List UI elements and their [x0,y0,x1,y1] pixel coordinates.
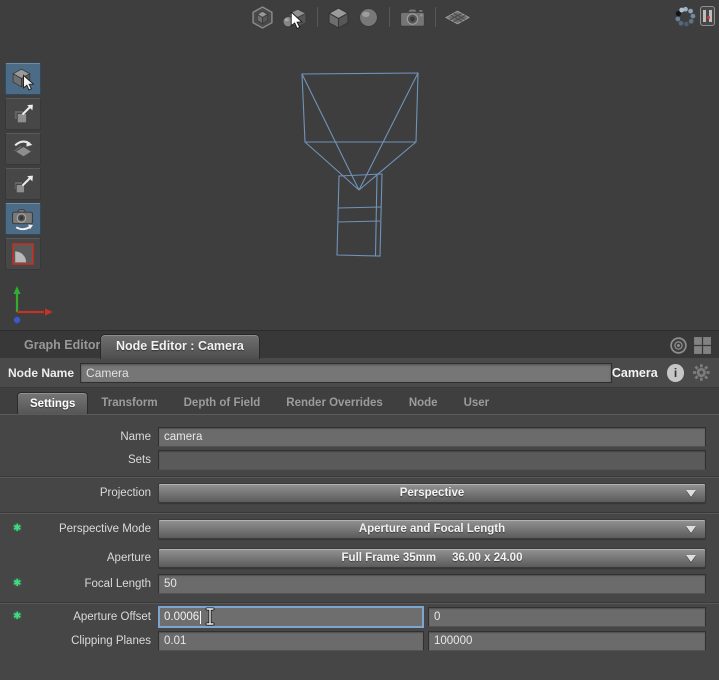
perspective-mode-label: Perspective Mode [0,523,158,535]
node-name-label: Node Name [8,366,74,380]
sphere-icon[interactable] [356,5,381,30]
settings-form: Name Sets Projection Perspective [0,414,719,680]
modified-indicator: ✱ [13,611,21,622]
render-region-tool-button[interactable] [5,238,41,270]
form-row-aperture: Aperture Full Frame 35mm 36.00 x 24.00 [0,548,719,568]
target-icon[interactable] [669,336,688,355]
tab-settings[interactable]: Settings [17,392,88,414]
aperture-offset-y-input[interactable] [428,607,706,627]
tab-graph-editor[interactable]: Graph Editor [18,331,106,359]
projection-label: Projection [0,487,158,499]
tab-node-editor[interactable]: Node Editor : Camera [100,334,260,359]
pause-bar [703,10,706,22]
camera-wireframe [302,73,418,256]
settings-tab-bar: Settings Transform Depth of Field Render… [0,388,719,414]
chevron-down-icon [686,555,696,562]
text-caret [200,611,201,624]
name-label: Name [0,431,158,443]
form-row-clipping-planes: Clipping Planes [0,631,719,651]
axis-gizmo [14,286,54,323]
form-row-perspective-mode: ✱ Perspective Mode Aperture and Focal Le… [0,519,719,539]
aperture-offset-label: Aperture Offset [0,611,158,623]
perspective-mode-dropdown[interactable]: Aperture and Focal Length [158,519,706,539]
form-row-projection: Projection Perspective [0,483,719,503]
aperture-offset-x-value: 0.0006 [164,611,199,623]
form-row-sets: Sets [0,450,719,470]
cube-icon[interactable] [326,5,351,30]
activity-spinner-icon [672,3,699,30]
projection-dropdown[interactable]: Perspective [158,483,706,503]
node-name-input[interactable] [80,363,612,383]
tab-transform[interactable]: Transform [88,392,170,414]
name-input[interactable] [158,427,706,447]
separator [0,602,719,604]
aperture-size-value: 36.00 x 24.00 [452,552,522,564]
pause-indicator[interactable] [700,6,715,26]
focal-length-input[interactable] [158,574,706,594]
sets-label: Sets [0,454,158,466]
form-row-name: Name [0,427,719,447]
modified-indicator: ✱ [13,578,21,589]
node-type-label: Camera [612,366,658,380]
info-icon[interactable]: i [667,364,685,382]
place-cube-sphere-icon[interactable] [280,5,309,30]
aperture-dropdown[interactable]: Full Frame 35mm 36.00 x 24.00 [158,548,706,568]
tab-user[interactable]: User [451,392,503,414]
sets-input[interactable] [158,450,706,470]
tab-depth-of-field[interactable]: Depth of Field [171,392,274,414]
clipping-near-input[interactable] [158,631,424,651]
tool-palette [5,63,41,270]
aperture-offset-x-input[interactable]: 0.0006 [158,606,424,628]
attribute-panel: Graph Editor Node Editor : Camera Node N… [0,330,719,680]
modified-indicator: ✱ [13,523,21,534]
application-window: Graph Editor Node Editor : Camera Node N… [0,0,719,680]
camera-icon[interactable] [398,5,427,30]
toolbar-separator [435,7,436,27]
top-toolbar [250,3,471,31]
layout-grid-icon[interactable] [693,336,712,355]
panel-tab-bar: Graph Editor Node Editor : Camera [0,330,719,358]
translate-tool-button[interactable] [5,98,41,130]
focal-length-label: Focal Length [0,578,158,590]
chevron-down-icon [686,490,696,497]
viewport-3d[interactable] [0,0,719,330]
scale-tool-button[interactable] [5,168,41,200]
ground-plane-icon[interactable] [444,5,471,30]
separator [0,512,719,514]
rotate-tool-button[interactable] [5,133,41,165]
toolbar-separator [317,7,318,27]
record-dot [707,16,710,19]
separator [0,476,719,478]
toolbar-separator [389,7,390,27]
clipping-planes-label: Clipping Planes [0,635,158,647]
form-row-aperture-offset: ✱ Aperture Offset 0.0006 [0,607,719,627]
camera-navigation-tool-button[interactable] [5,203,41,235]
aperture-preset-value: Full Frame 35mm [342,552,437,564]
tab-node[interactable]: Node [396,392,451,414]
clipping-far-input[interactable] [428,631,706,651]
perspective-mode-value: Aperture and Focal Length [359,523,505,535]
tab-render-overrides[interactable]: Render Overrides [273,392,396,414]
projection-value: Perspective [400,487,465,499]
node-name-row: Node Name Camera i [0,358,719,388]
gear-icon[interactable] [692,363,711,382]
select-tool-button[interactable] [5,63,41,95]
form-row-focal-length: ✱ Focal Length [0,574,719,594]
chevron-down-icon [686,526,696,533]
aperture-label: Aperture [0,552,158,564]
bounding-box-cube-icon[interactable] [250,5,275,30]
